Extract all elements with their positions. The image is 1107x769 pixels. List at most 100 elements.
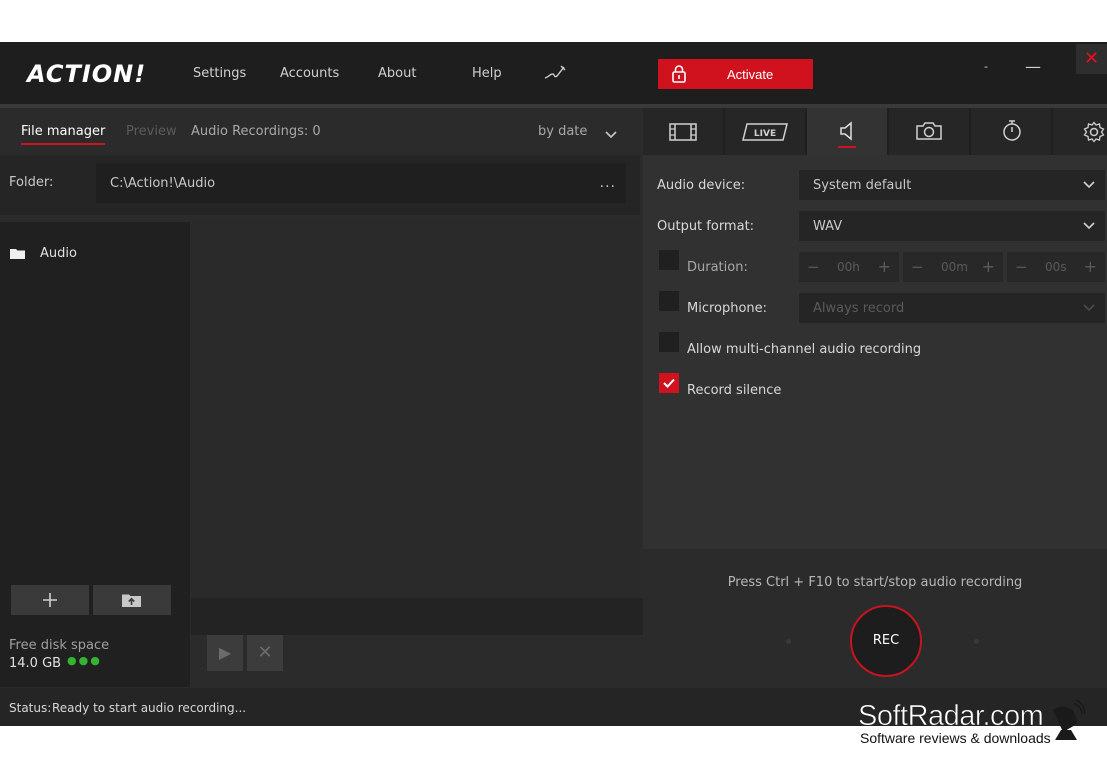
minutes-stepper[interactable]: − 00m + [903,252,1003,282]
app-window: ACTION! Settings Accounts About Help Act… [0,42,1107,726]
sort-chevron-icon[interactable] [605,128,617,142]
microphone-select[interactable]: Always record [799,293,1105,323]
folder-icon [10,248,26,263]
close-icon: ✕ [257,642,273,663]
seconds-increment[interactable]: + [1084,257,1097,276]
menu-about[interactable]: About [378,66,416,81]
speaker-icon [840,121,852,141]
seconds-decrement[interactable]: − [1015,258,1028,276]
status-message: Ready to start audio recording... [52,701,247,715]
activate-label: Activate [727,67,774,82]
active-mode-underline [838,146,856,148]
sort-label: by date [538,124,588,139]
sort-dropdown[interactable]: by date [538,124,587,139]
folder-upload-icon [122,593,142,610]
watermark-brand: SoftRadar.com [858,700,1044,733]
audio-device-value: System default [813,178,912,193]
live-icon: LIVE [742,123,788,141]
chevron-down-icon [1083,301,1095,315]
checkmark-icon [663,378,675,388]
status-key: Status: [9,701,52,715]
duration-steppers: − 00h + − 00m + − 00s + [799,252,1105,282]
close-button[interactable]: ✕ [1076,44,1107,74]
multichannel-label: Allow multi-channel audio recording [687,342,922,357]
mode-bar: LIVE [643,108,1107,155]
chevron-down-icon [1083,178,1095,192]
file-manager-panel: File manager Preview Audio Recordings: 0… [0,108,764,688]
menu-accounts[interactable]: Accounts [280,66,339,81]
output-format-label: Output format: [657,219,755,234]
output-format-value: WAV [813,219,843,234]
gear-icon [1083,121,1105,143]
svg-text:LIVE: LIVE [754,129,776,139]
hours-decrement[interactable]: − [807,258,820,276]
hours-stepper[interactable]: − 00h + [799,252,899,282]
file-list[interactable] [191,222,640,598]
output-format-select[interactable]: WAV [799,211,1105,241]
satellite-dish-icon [1047,699,1086,745]
minimize-button[interactable]: — [1018,52,1048,82]
menu-help[interactable]: Help [472,66,502,81]
tab-video-recording[interactable] [643,108,723,155]
plus-icon [42,592,58,611]
right-indicator-dot [974,639,979,644]
tab-file-manager[interactable]: File manager [21,124,106,145]
record-silence-checkbox[interactable] [659,373,679,393]
tab-live-streaming[interactable]: LIVE [725,108,805,155]
minutes-increment[interactable]: + [982,257,995,276]
recording-settings-panel: LIVE Audio device: System default Output… [643,108,1107,688]
audio-device-select[interactable]: System default [799,170,1105,200]
folder-row: Folder: C:\Action!\Audio ... [0,155,640,215]
app-logo: ACTION! [27,60,147,88]
upload-button[interactable] [93,585,171,615]
tab-preview[interactable]: Preview [126,124,177,139]
microphone-checkbox[interactable] [659,291,679,311]
delete-button[interactable]: ✕ [247,635,283,671]
disk-status-indicator: ●●● [67,654,102,667]
tab-timer[interactable] [971,108,1051,155]
recordings-count: Audio Recordings: 0 [191,124,321,139]
duration-label: Duration: [687,260,748,275]
chevron-down-icon [1083,219,1095,233]
browse-folder-button[interactable]: ... [600,175,616,191]
rec-button[interactable]: REC [850,605,922,677]
folder-path-field[interactable]: C:\Action!\Audio ... [96,163,626,203]
microphone-value: Always record [813,301,905,316]
menu-settings[interactable]: Settings [193,66,246,81]
tab-screenshot[interactable] [889,108,969,155]
microphone-label: Microphone: [687,301,768,316]
minimize-to-tray-button[interactable]: - [971,52,1001,82]
record-silence-label: Record silence [687,383,782,398]
hours-increment[interactable]: + [878,257,891,276]
title-bar: ACTION! Settings Accounts About Help Act… [0,42,1107,104]
record-area: Press Ctrl + F10 to start/stop audio rec… [643,549,1107,688]
play-icon: ▶ [218,643,232,662]
tab-settings[interactable] [1053,108,1107,155]
tree-item-label: Audio [40,246,77,261]
minutes-value: 00m [941,260,968,274]
hours-value: 00h [837,260,860,274]
free-disk-value: 14.0 GB [9,656,62,671]
play-button[interactable]: ▶ [207,635,243,671]
folder-path-value: C:\Action!\Audio [110,176,216,191]
activate-button[interactable]: Activate [658,59,813,89]
seconds-value: 00s [1045,260,1067,274]
tab-audio-recording[interactable] [807,108,887,155]
left-indicator-dot [786,639,791,644]
camera-icon [916,122,942,140]
stopwatch-icon [1003,120,1021,141]
lock-icon [672,65,686,86]
film-icon [669,123,697,141]
audio-device-label: Audio device: [657,178,746,193]
seconds-stepper[interactable]: − 00s + [1007,252,1105,282]
multichannel-checkbox[interactable] [659,332,679,352]
record-hotkey-hint: Press Ctrl + F10 to start/stop audio rec… [727,575,1023,590]
folder-label: Folder: [9,175,54,190]
watermark-tagline: Software reviews & downloads [860,730,1051,746]
duration-checkbox[interactable] [659,250,679,270]
signature-icon[interactable] [544,64,566,83]
folder-tree: Audio Free disk space 14.0 GB ●●● [0,222,190,687]
audio-settings: Audio device: System default Output form… [643,155,1107,549]
add-folder-button[interactable] [11,585,89,615]
minutes-decrement[interactable]: − [911,258,924,276]
